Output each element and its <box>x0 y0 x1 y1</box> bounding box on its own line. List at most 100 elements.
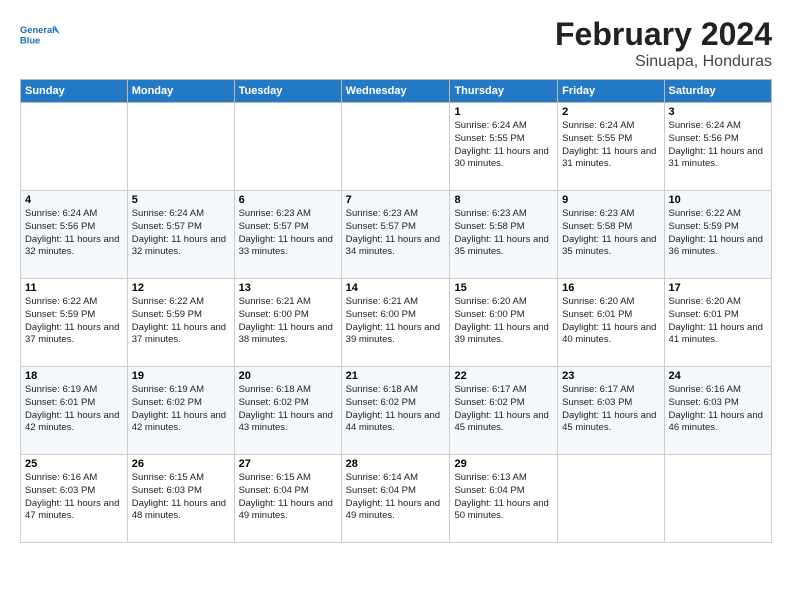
header: General Blue February 2024 Sinuapa, Hond… <box>20 16 772 71</box>
day-number: 26 <box>132 458 230 470</box>
day-info: Sunrise: 6:15 AM Sunset: 6:03 PM Dayligh… <box>132 472 230 523</box>
calendar-cell <box>664 455 771 543</box>
calendar-cell: 5 Sunrise: 6:24 AM Sunset: 5:57 PM Daylig… <box>127 191 234 279</box>
day-info: Sunrise: 6:19 AM Sunset: 6:01 PM Dayligh… <box>25 384 123 435</box>
calendar-cell: 2 Sunrise: 6:24 AM Sunset: 5:55 PM Daylig… <box>558 103 664 191</box>
day-number: 13 <box>239 282 337 294</box>
day-number: 4 <box>25 194 123 206</box>
calendar-cell: 25 Sunrise: 6:16 AM Sunset: 6:03 PM Dayli… <box>21 455 128 543</box>
calendar-cell: 13 Sunrise: 6:21 AM Sunset: 6:00 PM Dayli… <box>234 279 341 367</box>
day-info: Sunrise: 6:23 AM Sunset: 5:57 PM Dayligh… <box>239 208 337 259</box>
svg-text:Blue: Blue <box>20 36 40 46</box>
day-info: Sunrise: 6:18 AM Sunset: 6:02 PM Dayligh… <box>346 384 446 435</box>
calendar-title: February 2024 <box>555 16 772 53</box>
calendar-cell: 9 Sunrise: 6:23 AM Sunset: 5:58 PM Daylig… <box>558 191 664 279</box>
logo-svg: General Blue <box>20 16 60 54</box>
calendar-week-row: 4 Sunrise: 6:24 AM Sunset: 5:56 PM Daylig… <box>21 191 772 279</box>
day-info: Sunrise: 6:24 AM Sunset: 5:57 PM Dayligh… <box>132 208 230 259</box>
day-info: Sunrise: 6:17 AM Sunset: 6:02 PM Dayligh… <box>454 384 553 435</box>
weekday-header: Friday <box>558 80 664 103</box>
day-info: Sunrise: 6:20 AM Sunset: 6:01 PM Dayligh… <box>562 296 659 347</box>
calendar-body: 1 Sunrise: 6:24 AM Sunset: 5:55 PM Daylig… <box>21 103 772 543</box>
day-info: Sunrise: 6:24 AM Sunset: 5:55 PM Dayligh… <box>562 120 659 171</box>
day-info: Sunrise: 6:21 AM Sunset: 6:00 PM Dayligh… <box>239 296 337 347</box>
day-number: 24 <box>669 370 767 382</box>
day-number: 5 <box>132 194 230 206</box>
day-info: Sunrise: 6:24 AM Sunset: 5:56 PM Dayligh… <box>25 208 123 259</box>
day-number: 18 <box>25 370 123 382</box>
calendar-week-row: 18 Sunrise: 6:19 AM Sunset: 6:01 PM Dayli… <box>21 367 772 455</box>
calendar-cell: 14Sunrise: 6:21 AM Sunset: 6:00 PM Dayli… <box>341 279 450 367</box>
day-info: Sunrise: 6:13 AM Sunset: 6:04 PM Dayligh… <box>454 472 553 523</box>
day-number: 10 <box>669 194 767 206</box>
day-number: 8 <box>454 194 553 206</box>
day-number: 1 <box>454 106 553 118</box>
day-number: 16 <box>562 282 659 294</box>
weekday-header: Thursday <box>450 80 558 103</box>
day-info: Sunrise: 6:23 AM Sunset: 5:57 PM Dayligh… <box>346 208 446 259</box>
calendar-cell <box>21 103 128 191</box>
calendar-week-row: 25 Sunrise: 6:16 AM Sunset: 6:03 PM Dayli… <box>21 455 772 543</box>
weekday-header: Sunday <box>21 80 128 103</box>
day-number: 7 <box>346 194 446 206</box>
weekday-header: Saturday <box>664 80 771 103</box>
weekday-header: Monday <box>127 80 234 103</box>
svg-text:General: General <box>20 25 55 35</box>
calendar-cell: 29 Sunrise: 6:13 AM Sunset: 6:04 PM Dayli… <box>450 455 558 543</box>
calendar-cell: 19Sunrise: 6:19 AM Sunset: 6:02 PM Dayli… <box>127 367 234 455</box>
calendar-cell: 20 Sunrise: 6:18 AM Sunset: 6:02 PM Dayli… <box>234 367 341 455</box>
day-number: 20 <box>239 370 337 382</box>
calendar-cell: 15Sunrise: 6:20 AM Sunset: 6:00 PM Dayli… <box>450 279 558 367</box>
weekday-header: Tuesday <box>234 80 341 103</box>
day-info: Sunrise: 6:16 AM Sunset: 6:03 PM Dayligh… <box>25 472 123 523</box>
day-number: 21 <box>346 370 446 382</box>
logo: General Blue <box>20 16 60 54</box>
calendar-cell: 23Sunrise: 6:17 AM Sunset: 6:03 PM Dayli… <box>558 367 664 455</box>
day-info: Sunrise: 6:17 AM Sunset: 6:03 PM Dayligh… <box>562 384 659 435</box>
day-info: Sunrise: 6:23 AM Sunset: 5:58 PM Dayligh… <box>562 208 659 259</box>
day-number: 19 <box>132 370 230 382</box>
calendar-cell: 11 Sunrise: 6:22 AM Sunset: 5:59 PM Dayli… <box>21 279 128 367</box>
calendar-subtitle: Sinuapa, Honduras <box>555 53 772 71</box>
page: General Blue February 2024 Sinuapa, Hond… <box>0 0 792 553</box>
day-number: 6 <box>239 194 337 206</box>
day-info: Sunrise: 6:22 AM Sunset: 5:59 PM Dayligh… <box>25 296 123 347</box>
title-block: February 2024 Sinuapa, Honduras <box>555 16 772 71</box>
calendar-cell: 21 Sunrise: 6:18 AM Sunset: 6:02 PM Dayli… <box>341 367 450 455</box>
day-info: Sunrise: 6:14 AM Sunset: 6:04 PM Dayligh… <box>346 472 446 523</box>
day-info: Sunrise: 6:18 AM Sunset: 6:02 PM Dayligh… <box>239 384 337 435</box>
calendar-cell: 12 Sunrise: 6:22 AM Sunset: 5:59 PM Dayli… <box>127 279 234 367</box>
calendar-cell: 16 Sunrise: 6:20 AM Sunset: 6:01 PM Dayli… <box>558 279 664 367</box>
calendar-cell: 22 Sunrise: 6:17 AM Sunset: 6:02 PM Dayli… <box>450 367 558 455</box>
calendar-cell <box>234 103 341 191</box>
calendar-header-row: SundayMondayTuesdayWednesdayThursdayFrid… <box>21 80 772 103</box>
day-number: 22 <box>454 370 553 382</box>
calendar-cell: 6 Sunrise: 6:23 AM Sunset: 5:57 PM Daylig… <box>234 191 341 279</box>
day-number: 27 <box>239 458 337 470</box>
calendar-cell: 28 Sunrise: 6:14 AM Sunset: 6:04 PM Dayli… <box>341 455 450 543</box>
calendar-cell <box>558 455 664 543</box>
day-number: 9 <box>562 194 659 206</box>
calendar-cell: 17Sunrise: 6:20 AM Sunset: 6:01 PM Dayli… <box>664 279 771 367</box>
day-info: Sunrise: 6:22 AM Sunset: 5:59 PM Dayligh… <box>132 296 230 347</box>
day-info: Sunrise: 6:20 AM Sunset: 6:00 PM Dayligh… <box>454 296 553 347</box>
calendar-cell: 27Sunrise: 6:15 AM Sunset: 6:04 PM Dayli… <box>234 455 341 543</box>
day-number: 29 <box>454 458 553 470</box>
day-info: Sunrise: 6:24 AM Sunset: 5:56 PM Dayligh… <box>669 120 767 171</box>
day-number: 28 <box>346 458 446 470</box>
day-number: 11 <box>25 282 123 294</box>
calendar-cell: 26 Sunrise: 6:15 AM Sunset: 6:03 PM Dayli… <box>127 455 234 543</box>
calendar-cell <box>127 103 234 191</box>
calendar-week-row: 11 Sunrise: 6:22 AM Sunset: 5:59 PM Dayli… <box>21 279 772 367</box>
calendar-cell: 7 Sunrise: 6:23 AM Sunset: 5:57 PM Daylig… <box>341 191 450 279</box>
day-number: 2 <box>562 106 659 118</box>
day-info: Sunrise: 6:24 AM Sunset: 5:55 PM Dayligh… <box>454 120 553 171</box>
calendar-cell: 10Sunrise: 6:22 AM Sunset: 5:59 PM Dayli… <box>664 191 771 279</box>
day-number: 12 <box>132 282 230 294</box>
weekday-header: Wednesday <box>341 80 450 103</box>
calendar-cell <box>341 103 450 191</box>
calendar-week-row: 1 Sunrise: 6:24 AM Sunset: 5:55 PM Daylig… <box>21 103 772 191</box>
day-number: 25 <box>25 458 123 470</box>
day-number: 14 <box>346 282 446 294</box>
calendar-cell: 8Sunrise: 6:23 AM Sunset: 5:58 PM Daylig… <box>450 191 558 279</box>
